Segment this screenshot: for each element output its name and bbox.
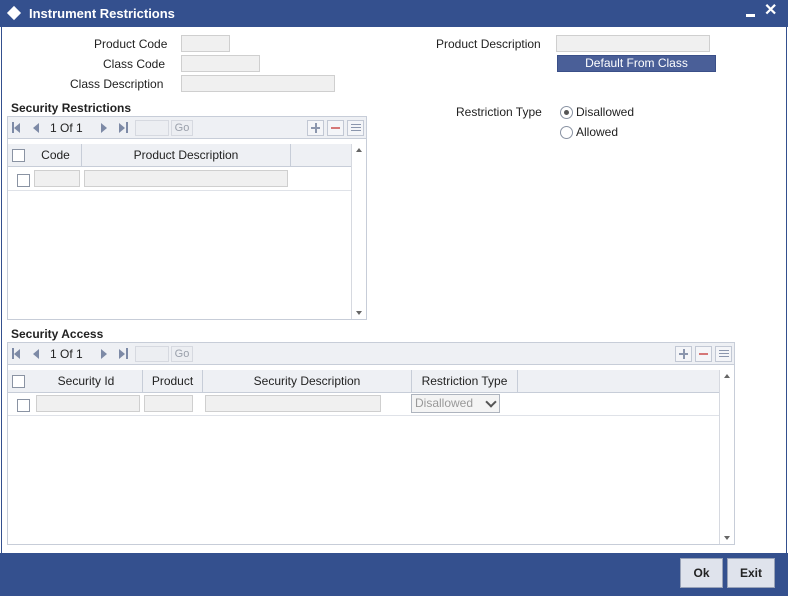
security-description-cell[interactable] <box>205 395 381 412</box>
table-header: Security Id Product Security Description… <box>8 370 719 393</box>
app-diamond-icon <box>6 5 22 21</box>
security-restrictions-panel: 1 Of 1 Go Code Product Description <box>7 116 367 320</box>
vertical-scrollbar[interactable] <box>351 144 366 319</box>
row-divider <box>8 190 351 191</box>
security-access-pager: 1 Of 1 Go <box>8 343 734 365</box>
security-access-panel: 1 Of 1 Go Security Id Product Security D… <box>7 342 735 545</box>
column-header-code: Code <box>30 144 82 166</box>
close-icon[interactable]: ✕ <box>764 2 777 20</box>
row-checkbox[interactable] <box>17 174 30 187</box>
dialog-footer <box>0 553 788 596</box>
product-code-field[interactable] <box>181 35 230 52</box>
previous-page-icon[interactable] <box>33 349 39 359</box>
code-cell[interactable] <box>34 170 80 187</box>
vertical-scrollbar[interactable] <box>719 370 734 544</box>
go-button[interactable]: Go <box>171 346 193 362</box>
next-page-icon[interactable] <box>101 349 107 359</box>
security-restrictions-title: Security Restrictions <box>11 101 132 115</box>
add-row-icon[interactable] <box>307 120 324 136</box>
first-page-icon[interactable] <box>12 122 21 133</box>
class-description-label: Class Description <box>70 77 164 91</box>
security-id-cell[interactable] <box>36 395 140 412</box>
ok-button[interactable]: Ok <box>680 558 723 588</box>
add-row-icon[interactable] <box>675 346 692 362</box>
scroll-up-icon[interactable] <box>724 374 730 378</box>
last-page-icon[interactable] <box>119 122 128 133</box>
previous-page-icon[interactable] <box>33 123 39 133</box>
page-info: 1 Of 1 <box>50 121 83 135</box>
last-page-icon[interactable] <box>119 348 128 359</box>
delete-row-icon[interactable] <box>695 346 712 362</box>
delete-row-icon[interactable] <box>327 120 344 136</box>
scroll-up-icon[interactable] <box>356 148 362 152</box>
allowed-radio[interactable] <box>560 126 573 139</box>
row-checkbox[interactable] <box>17 399 30 412</box>
go-button[interactable]: Go <box>171 120 193 136</box>
disallowed-radio-label: Disallowed <box>576 105 635 119</box>
select-all-checkbox[interactable] <box>12 149 25 162</box>
next-page-icon[interactable] <box>101 123 107 133</box>
product-code-label: Product Code <box>94 37 168 51</box>
exit-button[interactable]: Exit <box>727 558 775 588</box>
class-code-field[interactable] <box>181 55 260 72</box>
column-header-product: Product <box>143 370 203 392</box>
product-description-cell[interactable] <box>84 170 288 187</box>
class-code-label: Class Code <box>103 57 166 71</box>
page-info: 1 Of 1 <box>50 347 83 361</box>
product-description-label: Product Description <box>436 37 541 51</box>
class-description-field[interactable] <box>181 75 335 92</box>
product-description-field[interactable] <box>556 35 710 52</box>
scroll-down-icon[interactable] <box>356 311 362 315</box>
single-view-icon[interactable] <box>715 346 732 362</box>
restriction-type-label: Restriction Type <box>456 105 542 119</box>
scroll-down-icon[interactable] <box>724 536 730 540</box>
restriction-type-value: Disallowed <box>415 396 474 410</box>
page-number-input[interactable] <box>135 120 169 136</box>
allowed-radio-label: Allowed <box>576 125 619 139</box>
chevron-down-icon <box>485 396 497 408</box>
single-view-icon[interactable] <box>347 120 364 136</box>
restriction-type-select[interactable]: Disallowed <box>411 394 500 413</box>
column-header-security-id: Security Id <box>30 370 143 392</box>
column-header-product-description: Product Description <box>82 144 291 166</box>
disallowed-radio[interactable] <box>560 106 573 119</box>
table-header: Code Product Description <box>8 144 351 167</box>
select-all-checkbox[interactable] <box>12 375 25 388</box>
product-cell[interactable] <box>144 395 193 412</box>
window-title: Instrument Restrictions <box>29 6 175 21</box>
page-number-input[interactable] <box>135 346 169 362</box>
security-access-title: Security Access <box>11 327 104 341</box>
window-titlebar: Instrument Restrictions ✕ <box>0 0 788 27</box>
column-header-restriction-type: Restriction Type <box>412 370 518 392</box>
default-from-class-button[interactable]: Default From Class <box>557 55 716 72</box>
minimize-icon[interactable] <box>745 6 757 18</box>
column-header-security-description: Security Description <box>203 370 412 392</box>
row-divider <box>8 415 719 416</box>
security-restrictions-pager: 1 Of 1 Go <box>8 117 366 139</box>
first-page-icon[interactable] <box>12 348 21 359</box>
